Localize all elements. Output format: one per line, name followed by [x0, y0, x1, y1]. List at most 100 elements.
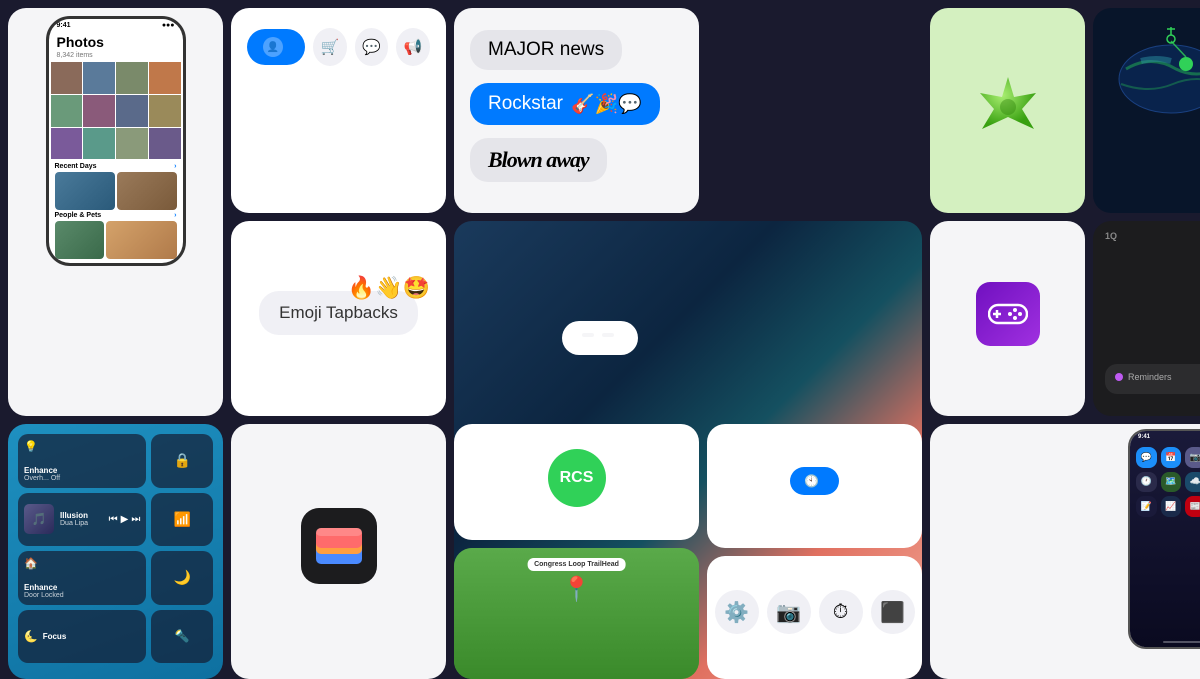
control-door[interactable]: 🏠 Enhance Door Locked: [18, 551, 146, 605]
prev-btn[interactable]: ⏮: [109, 514, 118, 525]
locked-hidden-text: [582, 333, 618, 337]
locked-apps-banner: [562, 321, 638, 355]
game-mode-main: [930, 221, 1085, 416]
photos-title: Photos: [49, 32, 183, 52]
focus-moon-icon: 🌜: [24, 630, 38, 643]
wifi-icon: 📶: [173, 511, 190, 528]
next-btn[interactable]: ⏭: [131, 514, 140, 525]
major-bubble: MAJOR news: [470, 30, 622, 70]
emoji-tapbacks-card: Emoji Tapbacks 🔥👋🤩: [231, 221, 446, 416]
home-screen-area: 9:41 ●●● 💬 📅 📷 📸 🕐 🗺️ ☁️ ✅ 📝 📈 📰 🏪: [930, 424, 1200, 679]
blown-bubble: Blown away: [470, 138, 607, 182]
send-lock-container: 🕙 ⚙️ 📷 ⏱ ⬛: [707, 424, 922, 679]
lock-screen-main: ⚙️ 📷 ⏱ ⬛: [707, 556, 922, 679]
p3: [116, 62, 148, 94]
grid-icon-circle: ⬛: [871, 590, 915, 634]
chat-icon-mail[interactable]: 💬: [355, 28, 389, 66]
door-sub: Door Locked: [24, 592, 140, 599]
photo-icon-circle: 📷: [767, 590, 811, 634]
moon-icon-ctrl: 🌙: [173, 569, 190, 586]
gamepad-icon-svg: [988, 300, 1028, 328]
p7: [116, 95, 148, 127]
control-grid-main: 💡 Enhance Overh... Off 🔒 🎵 Illusion Dua …: [18, 434, 213, 663]
photos-mosaic: [49, 62, 183, 159]
lock-icon-ctrl: 🔒: [173, 452, 190, 469]
satellite-svg: [1101, 19, 1200, 124]
play-btn[interactable]: ▶: [121, 514, 129, 525]
control-music-player[interactable]: 🎵 Illusion Dua Lipa ⏮ ▶ ⏭: [18, 493, 146, 547]
pt2: [106, 221, 177, 259]
state-of-mind-card-main: [930, 8, 1085, 213]
timer-icon-circle: ⏱: [819, 590, 863, 634]
home-bottom-space: [1130, 521, 1200, 642]
rockstar-bubble: Rockstar 🎸🎉💬: [470, 83, 660, 125]
people-row: People & Pets›: [55, 210, 177, 221]
tapback-reactions: 🔥👋🤩: [348, 275, 430, 301]
control-wifi[interactable]: 📶: [151, 493, 213, 547]
p11: [116, 128, 148, 160]
p8: [149, 95, 181, 127]
promo-icon-mail[interactable]: 📢: [396, 28, 430, 66]
photos-card-main: 9:41 ●●● Photos 8,342 items: [8, 8, 223, 416]
enhance-title: Enhance: [24, 466, 140, 475]
playback-controls[interactable]: ⏮ ▶ ⏭: [109, 514, 141, 525]
wallet-cards-svg: [313, 526, 365, 566]
light-bulb-icon: 💡: [24, 440, 140, 453]
status-bar: 9:41 ●●●: [49, 19, 183, 32]
song-title: Illusion: [60, 511, 103, 520]
star-container: [972, 71, 1044, 143]
control-flashlight[interactable]: 🔦: [151, 610, 213, 664]
focus-label: Focus: [43, 632, 67, 641]
map-pin-icon: 📍: [562, 575, 592, 604]
rockstar-emojis-main: 🎸🎉💬: [571, 92, 642, 116]
rcs-badge-main: RCS: [548, 449, 606, 507]
home-status-bar: 9:41 ●●●: [1130, 431, 1200, 443]
control-moon[interactable]: 🌙: [151, 551, 213, 605]
clock-app: 🕐: [1136, 472, 1157, 493]
wallet-icon-main: [301, 508, 377, 584]
p4: [149, 62, 181, 94]
hiking-pin-container: Congress Loop TrailHead 📍: [527, 558, 626, 604]
p12: [149, 128, 181, 160]
rt2: [117, 172, 177, 210]
flashlight-icon-ctrl: 🔦: [175, 629, 190, 643]
home-screen-phone: 9:41 ●●● 💬 📅 📷 📸 🕐 🗺️ ☁️ ✅ 📝 📈 📰 🏪: [1128, 429, 1200, 649]
primary-tab[interactable]: 👤: [247, 29, 305, 65]
control-enhance[interactable]: 💡 Enhance Overh... Off: [18, 434, 146, 488]
lock-screen-icons: ⚙️ 📷 ⏱ ⬛: [715, 590, 915, 634]
p10: [83, 128, 115, 160]
control-lock[interactable]: 🔒: [151, 434, 213, 488]
wallet-card-main: [231, 424, 446, 679]
send-later-bubble: 🕙: [790, 467, 839, 495]
recent-section: Recent Days› People & Pets›: [49, 159, 183, 263]
p2: [83, 62, 115, 94]
photos-app: 📷: [1185, 447, 1200, 468]
music-album-art: 🎵: [24, 504, 54, 534]
p6: [83, 95, 115, 127]
emoji-bubble-container: Emoji Tapbacks 🔥👋🤩: [259, 291, 418, 335]
star-svg: [972, 71, 1044, 143]
control-focus[interactable]: 🌜 Focus: [18, 610, 146, 664]
satellite-card-main: [1093, 8, 1200, 213]
home-app-grid: 💬 📅 📷 📸 🕐 🗺️ ☁️ ✅ 📝 📈 📰 🏪: [1130, 443, 1200, 521]
home-phone-screen: 9:41 ●●● 💬 📅 📷 📸 🕐 🗺️ ☁️ ✅ 📝 📈 📰 🏪: [1130, 431, 1200, 647]
maps-app: 🗺️: [1161, 472, 1182, 493]
satellite-scene: [1093, 16, 1200, 126]
p9: [51, 128, 83, 160]
purple-dot: [1115, 373, 1123, 381]
text-effects-card-main: MAJOR news Rockstar 🎸🎉💬 Blown away: [454, 8, 699, 213]
notif-header: Reminders: [1115, 372, 1200, 382]
notes-app: 📝: [1136, 496, 1157, 517]
messages-app: 💬: [1136, 447, 1157, 468]
rcs-card-main: RCS: [454, 424, 699, 540]
stocks-app: 📈: [1161, 496, 1182, 517]
calendar-app: 📅: [1161, 447, 1182, 468]
music-player-info: Illusion Dua Lipa: [60, 511, 103, 527]
news-app: 📰: [1185, 496, 1200, 517]
control-center-main: 💡 Enhance Overh... Off 🔒 🎵 Illusion Dua …: [8, 424, 223, 679]
reminder-notif-box: Reminders: [1105, 364, 1200, 394]
shopping-icon-mail[interactable]: 🛒: [313, 28, 347, 66]
trail-label: Congress Loop TrailHead: [527, 558, 626, 571]
weather-app: ☁️: [1185, 472, 1200, 493]
p1: [51, 62, 83, 94]
